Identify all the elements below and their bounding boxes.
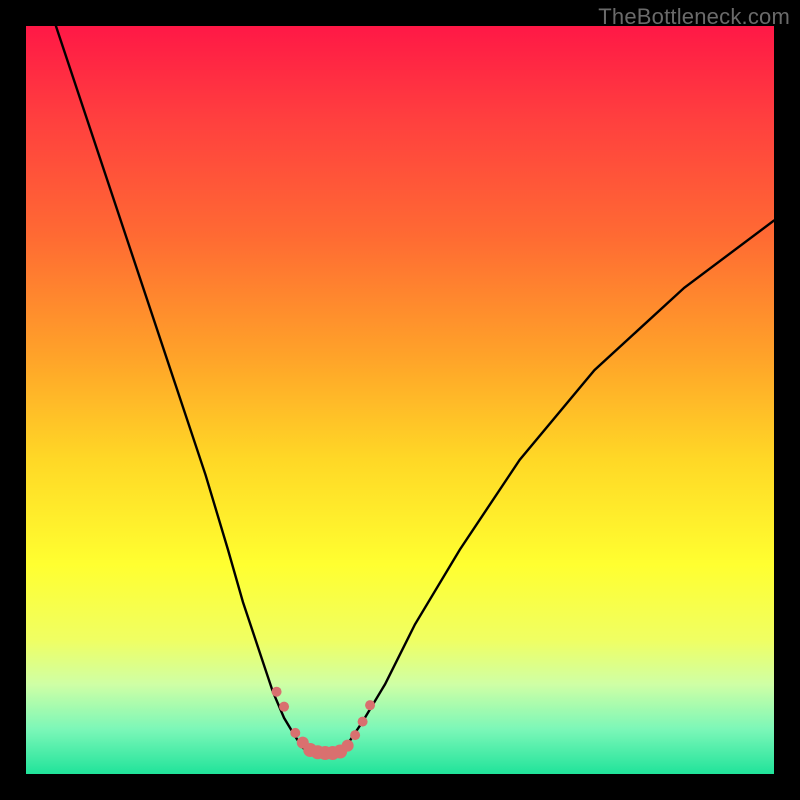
chart-frame: TheBottleneck.com — [0, 0, 800, 800]
watermark-text: TheBottleneck.com — [598, 4, 790, 30]
curve-right-branch — [340, 220, 774, 753]
valley-marker — [272, 687, 282, 697]
valley-marker — [365, 700, 375, 710]
bottleneck-curve — [26, 26, 774, 774]
curve-left-branch — [56, 26, 310, 753]
valley-marker — [350, 730, 360, 740]
valley-marker — [290, 728, 300, 738]
chart-plot-area — [26, 26, 774, 774]
valley-marker — [279, 702, 289, 712]
valley-marker — [358, 717, 368, 727]
valley-marker — [342, 740, 354, 752]
